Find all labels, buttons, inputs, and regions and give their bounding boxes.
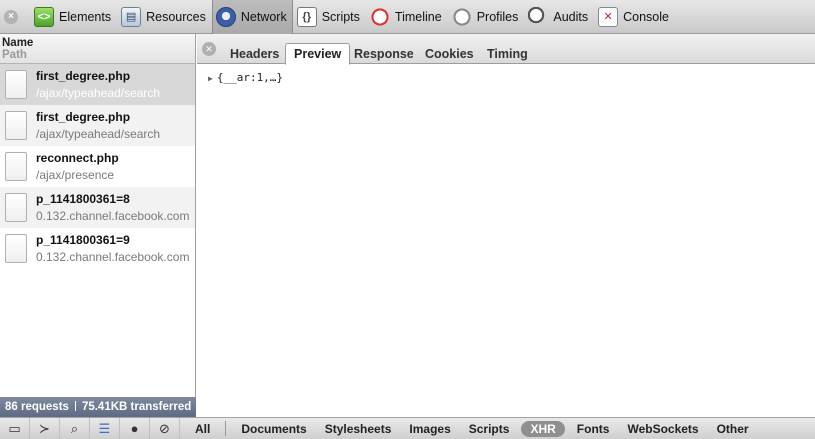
bottom-bar: ▭ ≻ ⌕ ☰ ● ⊘ All Documents Stylesheets Im… <box>0 417 815 439</box>
tab-scripts[interactable]: {} Scripts <box>293 0 366 34</box>
network-icon <box>215 6 236 27</box>
name-column-header[interactable]: Name Path <box>0 34 195 64</box>
tab-timeline[interactable]: Timeline <box>366 0 448 34</box>
elements-icon: <> <box>34 6 54 27</box>
console-drawer-icon[interactable]: ≻ <box>30 417 60 439</box>
tab-preview[interactable]: Preview <box>285 43 351 65</box>
file-icon <box>5 193 27 222</box>
filter-all[interactable]: All <box>186 418 219 439</box>
record-icon[interactable]: ● <box>120 417 150 439</box>
tab-console-label: Console <box>623 9 669 24</box>
filter-websockets[interactable]: WebSockets <box>618 418 707 439</box>
filter-fonts[interactable]: Fonts <box>568 418 619 439</box>
request-name: first_degree.php <box>36 109 131 124</box>
request-name: first_degree.php <box>36 68 131 83</box>
tab-resources-label: Resources <box>146 9 206 24</box>
close-detail-icon[interactable]: ✕ <box>202 42 216 56</box>
tab-profiles-label: Profiles <box>476 9 519 24</box>
filter-xhr[interactable]: XHR <box>521 420 565 437</box>
tab-audits-label: Audits <box>553 9 589 24</box>
tab-elements-label: Elements <box>59 9 112 24</box>
name-column-label: Name <box>2 37 34 49</box>
file-icon <box>5 234 27 263</box>
request-row[interactable]: first_degree.php /ajax/typeahead/search <box>0 64 195 105</box>
file-icon <box>5 70 27 99</box>
request-row[interactable]: p_1141800361=9 0.132.channel.facebook.co… <box>0 228 195 269</box>
tab-scripts-label: Scripts <box>321 9 360 24</box>
tab-profiles[interactable]: Profiles <box>448 0 525 34</box>
clear-icon[interactable]: ⊘ <box>150 417 180 439</box>
expand-triangle-icon[interactable]: ▶ <box>208 74 213 83</box>
filter-divider <box>225 421 227 436</box>
tab-network[interactable]: Network <box>211 0 293 34</box>
request-path: /ajax/presence <box>36 167 115 182</box>
filter-other[interactable]: Other <box>708 418 758 439</box>
path-column-label: Path <box>2 49 27 61</box>
summary-divider <box>74 401 76 411</box>
file-icon <box>5 152 27 181</box>
tab-elements[interactable]: <> Elements <box>30 0 117 34</box>
list-view-icon[interactable]: ☰ <box>90 417 120 439</box>
close-devtools-icon[interactable]: × <box>4 9 18 24</box>
filter-images[interactable]: Images <box>400 418 459 439</box>
scripts-icon: {} <box>296 6 317 27</box>
tab-resources[interactable]: ▤ Resources <box>117 0 212 34</box>
request-row[interactable]: reconnect.php /ajax/presence <box>0 146 195 187</box>
request-name: p_1141800361=9 <box>36 232 130 247</box>
filter-scripts[interactable]: Scripts <box>460 418 519 439</box>
request-name: reconnect.php <box>36 150 119 165</box>
detail-tab-bar: ✕ Headers Preview Response Cookies Timin… <box>197 34 815 65</box>
request-path: 0.132.channel.facebook.com <box>36 249 190 264</box>
tab-network-label: Network <box>240 9 287 24</box>
filter-stylesheets[interactable]: Stylesheets <box>316 418 401 439</box>
request-list-panel: Name Path first_degree.php /ajax/typeahe… <box>0 34 196 417</box>
tab-timeline-label: Timeline <box>394 9 442 24</box>
timeline-icon <box>369 6 390 27</box>
devtools-toolbar: × <> Elements ▤ Resources Network {} Scr… <box>0 0 815 34</box>
request-path: /ajax/typeahead/search <box>36 85 161 100</box>
tab-console[interactable]: ✕ Console <box>594 0 675 34</box>
preview-object[interactable]: {__ar:1,…} <box>217 71 283 84</box>
tab-cookies[interactable]: Cookies <box>417 44 482 64</box>
request-row[interactable]: p_1141800361=8 0.132.channel.facebook.co… <box>0 187 195 228</box>
tab-timing[interactable]: Timing <box>479 44 536 64</box>
request-row[interactable]: first_degree.php /ajax/typeahead/search <box>0 105 195 146</box>
search-icon[interactable]: ⌕ <box>60 417 90 439</box>
request-path: /ajax/typeahead/search <box>36 126 161 141</box>
request-name: p_1141800361=8 <box>36 191 130 206</box>
tab-response[interactable]: Response <box>346 44 422 64</box>
console-icon: ✕ <box>598 6 619 27</box>
resources-icon: ▤ <box>121 6 142 27</box>
profiles-icon <box>451 6 472 27</box>
network-summary-bar: 86 requests 75.41KB transferred <box>0 397 196 417</box>
tab-audits[interactable]: Audits <box>524 0 594 34</box>
dock-icon[interactable]: ▭ <box>0 417 30 439</box>
audits-icon <box>528 6 549 27</box>
request-detail-pane: ✕ Headers Preview Response Cookies Timin… <box>197 34 815 417</box>
filter-documents[interactable]: Documents <box>232 418 315 439</box>
file-icon <box>5 111 27 140</box>
preview-content: ▶ {__ar:1,…} <box>197 64 815 84</box>
request-count: 86 requests <box>5 401 69 413</box>
transferred-size: 75.41KB transferred <box>81 401 192 413</box>
request-path: 0.132.channel.facebook.com <box>36 208 190 223</box>
tab-headers[interactable]: Headers <box>222 44 287 64</box>
